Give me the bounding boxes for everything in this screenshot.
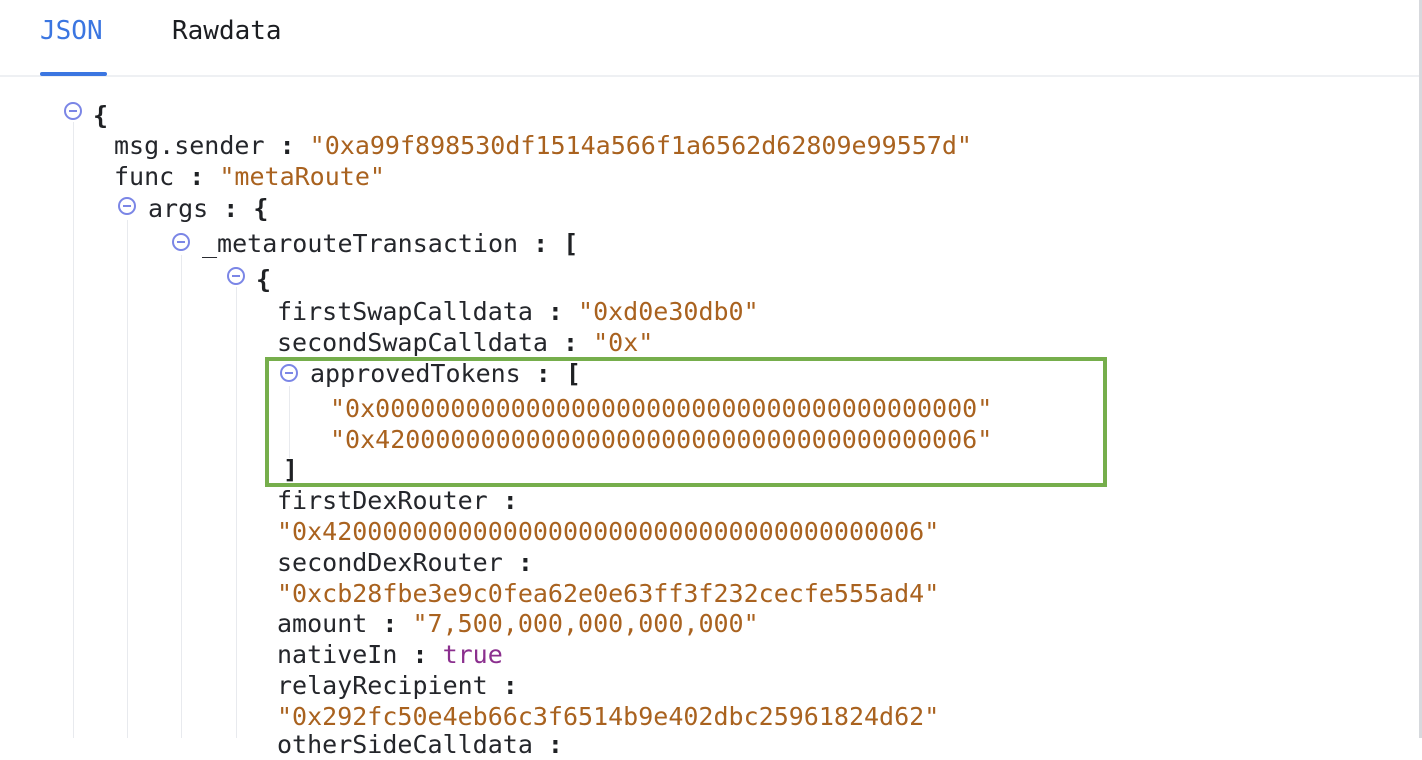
collapse-circle-minus-icon[interactable]: [64, 102, 82, 120]
tree-row-relay-recipient-value: "0x292fc50e4eb66c3f6514b9e402dbc25961824…: [277, 701, 939, 732]
collapse-circle-minus-icon[interactable]: [280, 364, 298, 382]
key-args: args: [148, 194, 209, 223]
indent-guide: [127, 220, 128, 738]
tree-row-func: func : "metaRoute": [114, 162, 385, 191]
tree-row-amount: amount : "7,500,000,000,000,000": [277, 609, 759, 638]
tree-line-close-bracket: ]: [283, 455, 299, 484]
collapse-circle-minus-icon[interactable]: [118, 197, 136, 215]
collapse-circle-minus-icon[interactable]: [172, 233, 190, 251]
indent-guide: [181, 255, 182, 738]
key-first-swap-calldata: firstSwapCalldata: [277, 297, 533, 326]
key-metaroute-transaction: _metarouteTransaction: [202, 229, 519, 258]
value-msg-sender: "0xa99f898530df1514a566f1a6562d62809e995…: [309, 131, 972, 160]
key-relay-recipient: relayRecipient: [277, 671, 488, 700]
value-func: "metaRoute": [219, 162, 385, 191]
tree-row-next-partial: otherSideCalldata :: [277, 730, 563, 759]
key-second-dex-router: secondDexRouter: [277, 548, 503, 577]
indent-guide: [73, 122, 74, 738]
indent-guide: [289, 386, 290, 458]
tree-row-native-in: nativeIn : true: [277, 640, 503, 669]
tree-line-object: {: [256, 265, 272, 294]
tab-bar: JSON Rawdata: [0, 0, 1422, 77]
key-native-in: nativeIn: [277, 640, 398, 669]
value-first-swap-calldata: "0xd0e30db0": [578, 297, 759, 326]
tree-row-approved-tokens: approvedTokens : [: [310, 359, 581, 388]
value-approved-token: "0x0000000000000000000000000000000000000…: [330, 394, 993, 423]
tree-row-first-swap-calldata: firstSwapCalldata : "0xd0e30db0": [277, 297, 759, 326]
tree-line-root: {: [93, 100, 108, 131]
key-msg-sender: msg.sender: [114, 131, 265, 160]
key-amount: amount: [277, 609, 368, 638]
open-brace: {: [93, 101, 109, 130]
key-first-dex-router: firstDexRouter: [277, 486, 488, 515]
tree-row-second-swap-calldata: secondSwapCalldata : "0x": [277, 328, 654, 357]
tree-row-second-dex-router-value: "0xcb28fbe3e9c0fea62e0e63ff3f232cecfe555…: [277, 578, 939, 609]
tree-row-args: args : {: [148, 194, 269, 223]
tree-row-second-dex-router: secondDexRouter :: [277, 548, 533, 577]
tree-row-metaroute: _metarouteTransaction : [: [202, 229, 579, 258]
collapse-circle-minus-icon[interactable]: [227, 267, 245, 285]
value-second-swap-calldata: "0x": [593, 328, 654, 357]
tree-row-approved-token: "0x0000000000000000000000000000000000000…: [330, 393, 992, 424]
tree-row-approved-token: "0x4200000000000000000000000000000000000…: [330, 424, 992, 455]
value-amount: "7,500,000,000,000,000": [412, 609, 759, 638]
tree-row-first-dex-router-value: "0x4200000000000000000000000000000000000…: [277, 516, 939, 547]
value-first-dex-router: "0x4200000000000000000000000000000000000…: [277, 517, 940, 546]
active-tab-indicator: [40, 72, 107, 76]
tree-row-msg-sender: msg.sender : "0xa99f898530df1514a566f1a6…: [114, 131, 972, 160]
key-approved-tokens: approvedTokens: [310, 359, 521, 388]
key-second-swap-calldata: secondSwapCalldata: [277, 328, 548, 357]
value-relay-recipient: "0x292fc50e4eb66c3f6514b9e402dbc25961824…: [277, 702, 940, 731]
tab-rawdata[interactable]: Rawdata: [172, 14, 282, 48]
tab-json[interactable]: JSON: [40, 14, 103, 48]
value-approved-token: "0x4200000000000000000000000000000000000…: [330, 425, 993, 454]
key-func: func: [114, 162, 175, 191]
key-other-side-calldata: otherSideCalldata: [277, 730, 533, 759]
tree-row-relay-recipient: relayRecipient :: [277, 671, 518, 700]
tree-row-first-dex-router: firstDexRouter :: [277, 486, 518, 515]
indent-guide: [236, 287, 237, 738]
value-native-in: true: [442, 640, 503, 669]
value-second-dex-router: "0xcb28fbe3e9c0fea62e0e63ff3f232cecfe555…: [277, 579, 940, 608]
